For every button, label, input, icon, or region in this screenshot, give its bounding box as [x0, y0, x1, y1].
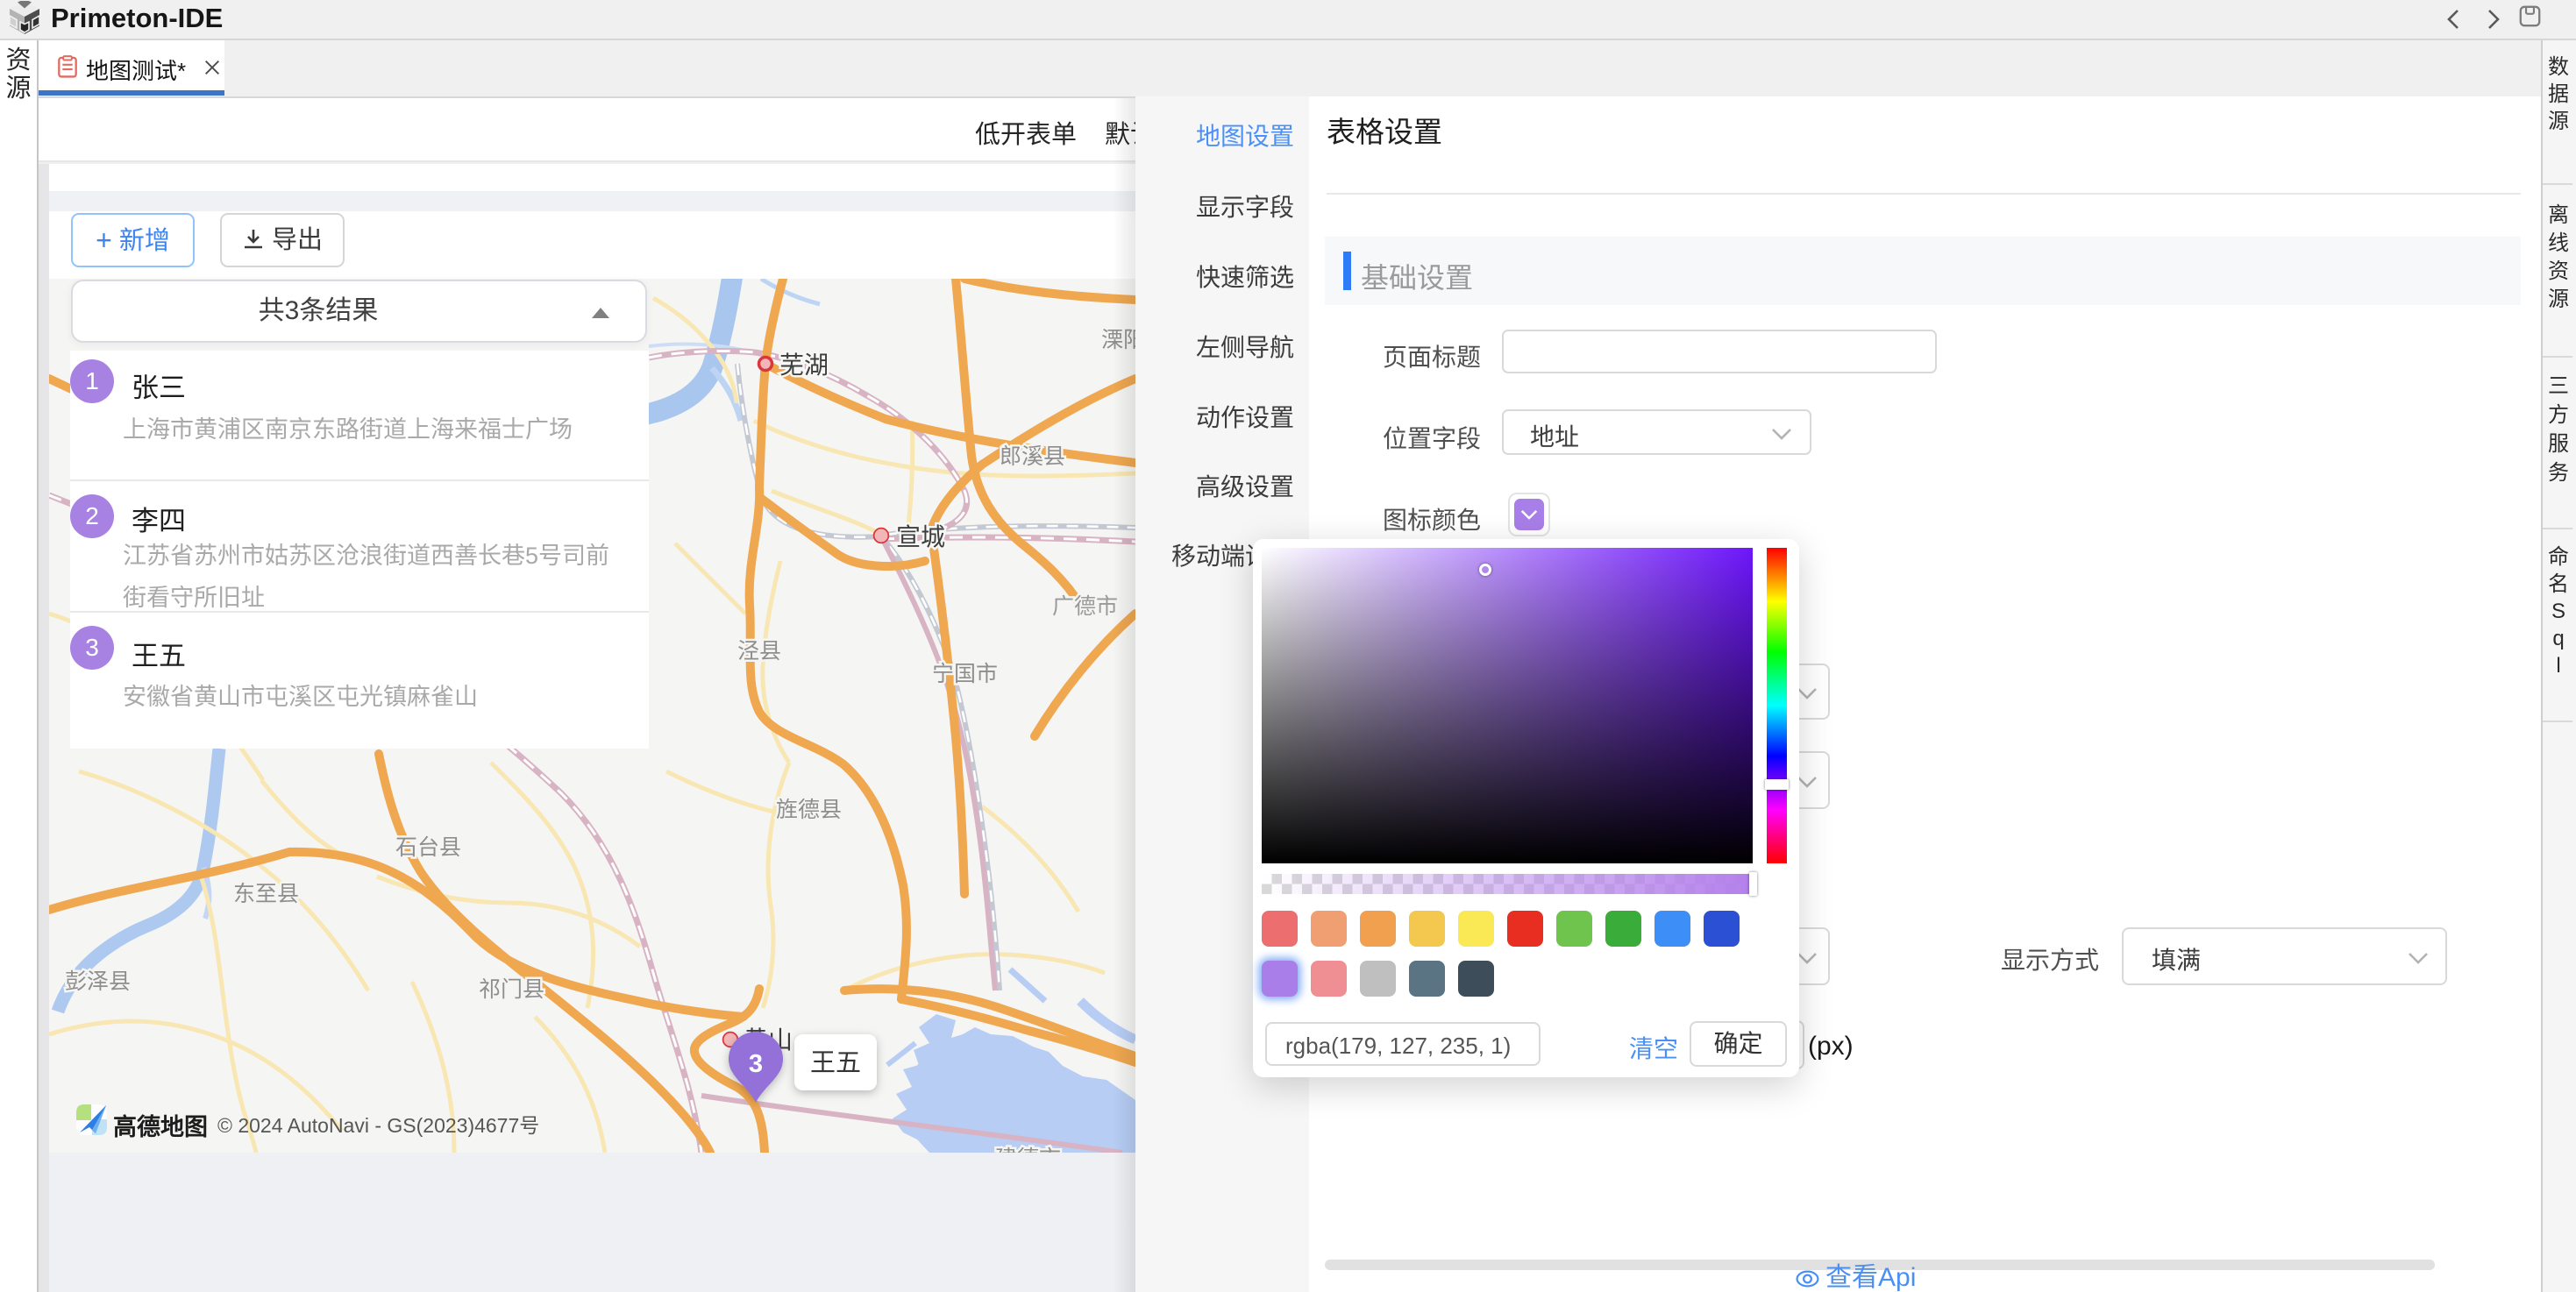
svg-text:泾县: 泾县: [737, 639, 781, 664]
svg-text:祁门县: 祁门县: [479, 977, 544, 1002]
svg-text:石台县: 石台县: [395, 835, 461, 860]
svg-text:芜湖: 芜湖: [779, 351, 829, 379]
svg-text:广德市: 广德市: [1052, 594, 1118, 619]
svg-text:3: 3: [749, 1050, 763, 1078]
svg-text:高德地图: 高德地图: [113, 1113, 208, 1140]
svg-text:王五: 王五: [810, 1049, 861, 1077]
svg-text:郎溪县: 郎溪县: [1000, 444, 1065, 469]
svg-text:宁国市: 宁国市: [932, 662, 998, 686]
svg-text:东至县: 东至县: [233, 882, 299, 906]
svg-text:彭泽县: 彭泽县: [65, 969, 131, 994]
svg-text:© 2024 AutoNavi - GS(2023)4677: © 2024 AutoNavi - GS(2023)4677号: [217, 1114, 539, 1137]
svg-text:宣城: 宣城: [896, 523, 945, 550]
svg-text:旌德县: 旌德县: [776, 798, 842, 822]
svg-text:建德市: 建德市: [995, 1146, 1061, 1153]
